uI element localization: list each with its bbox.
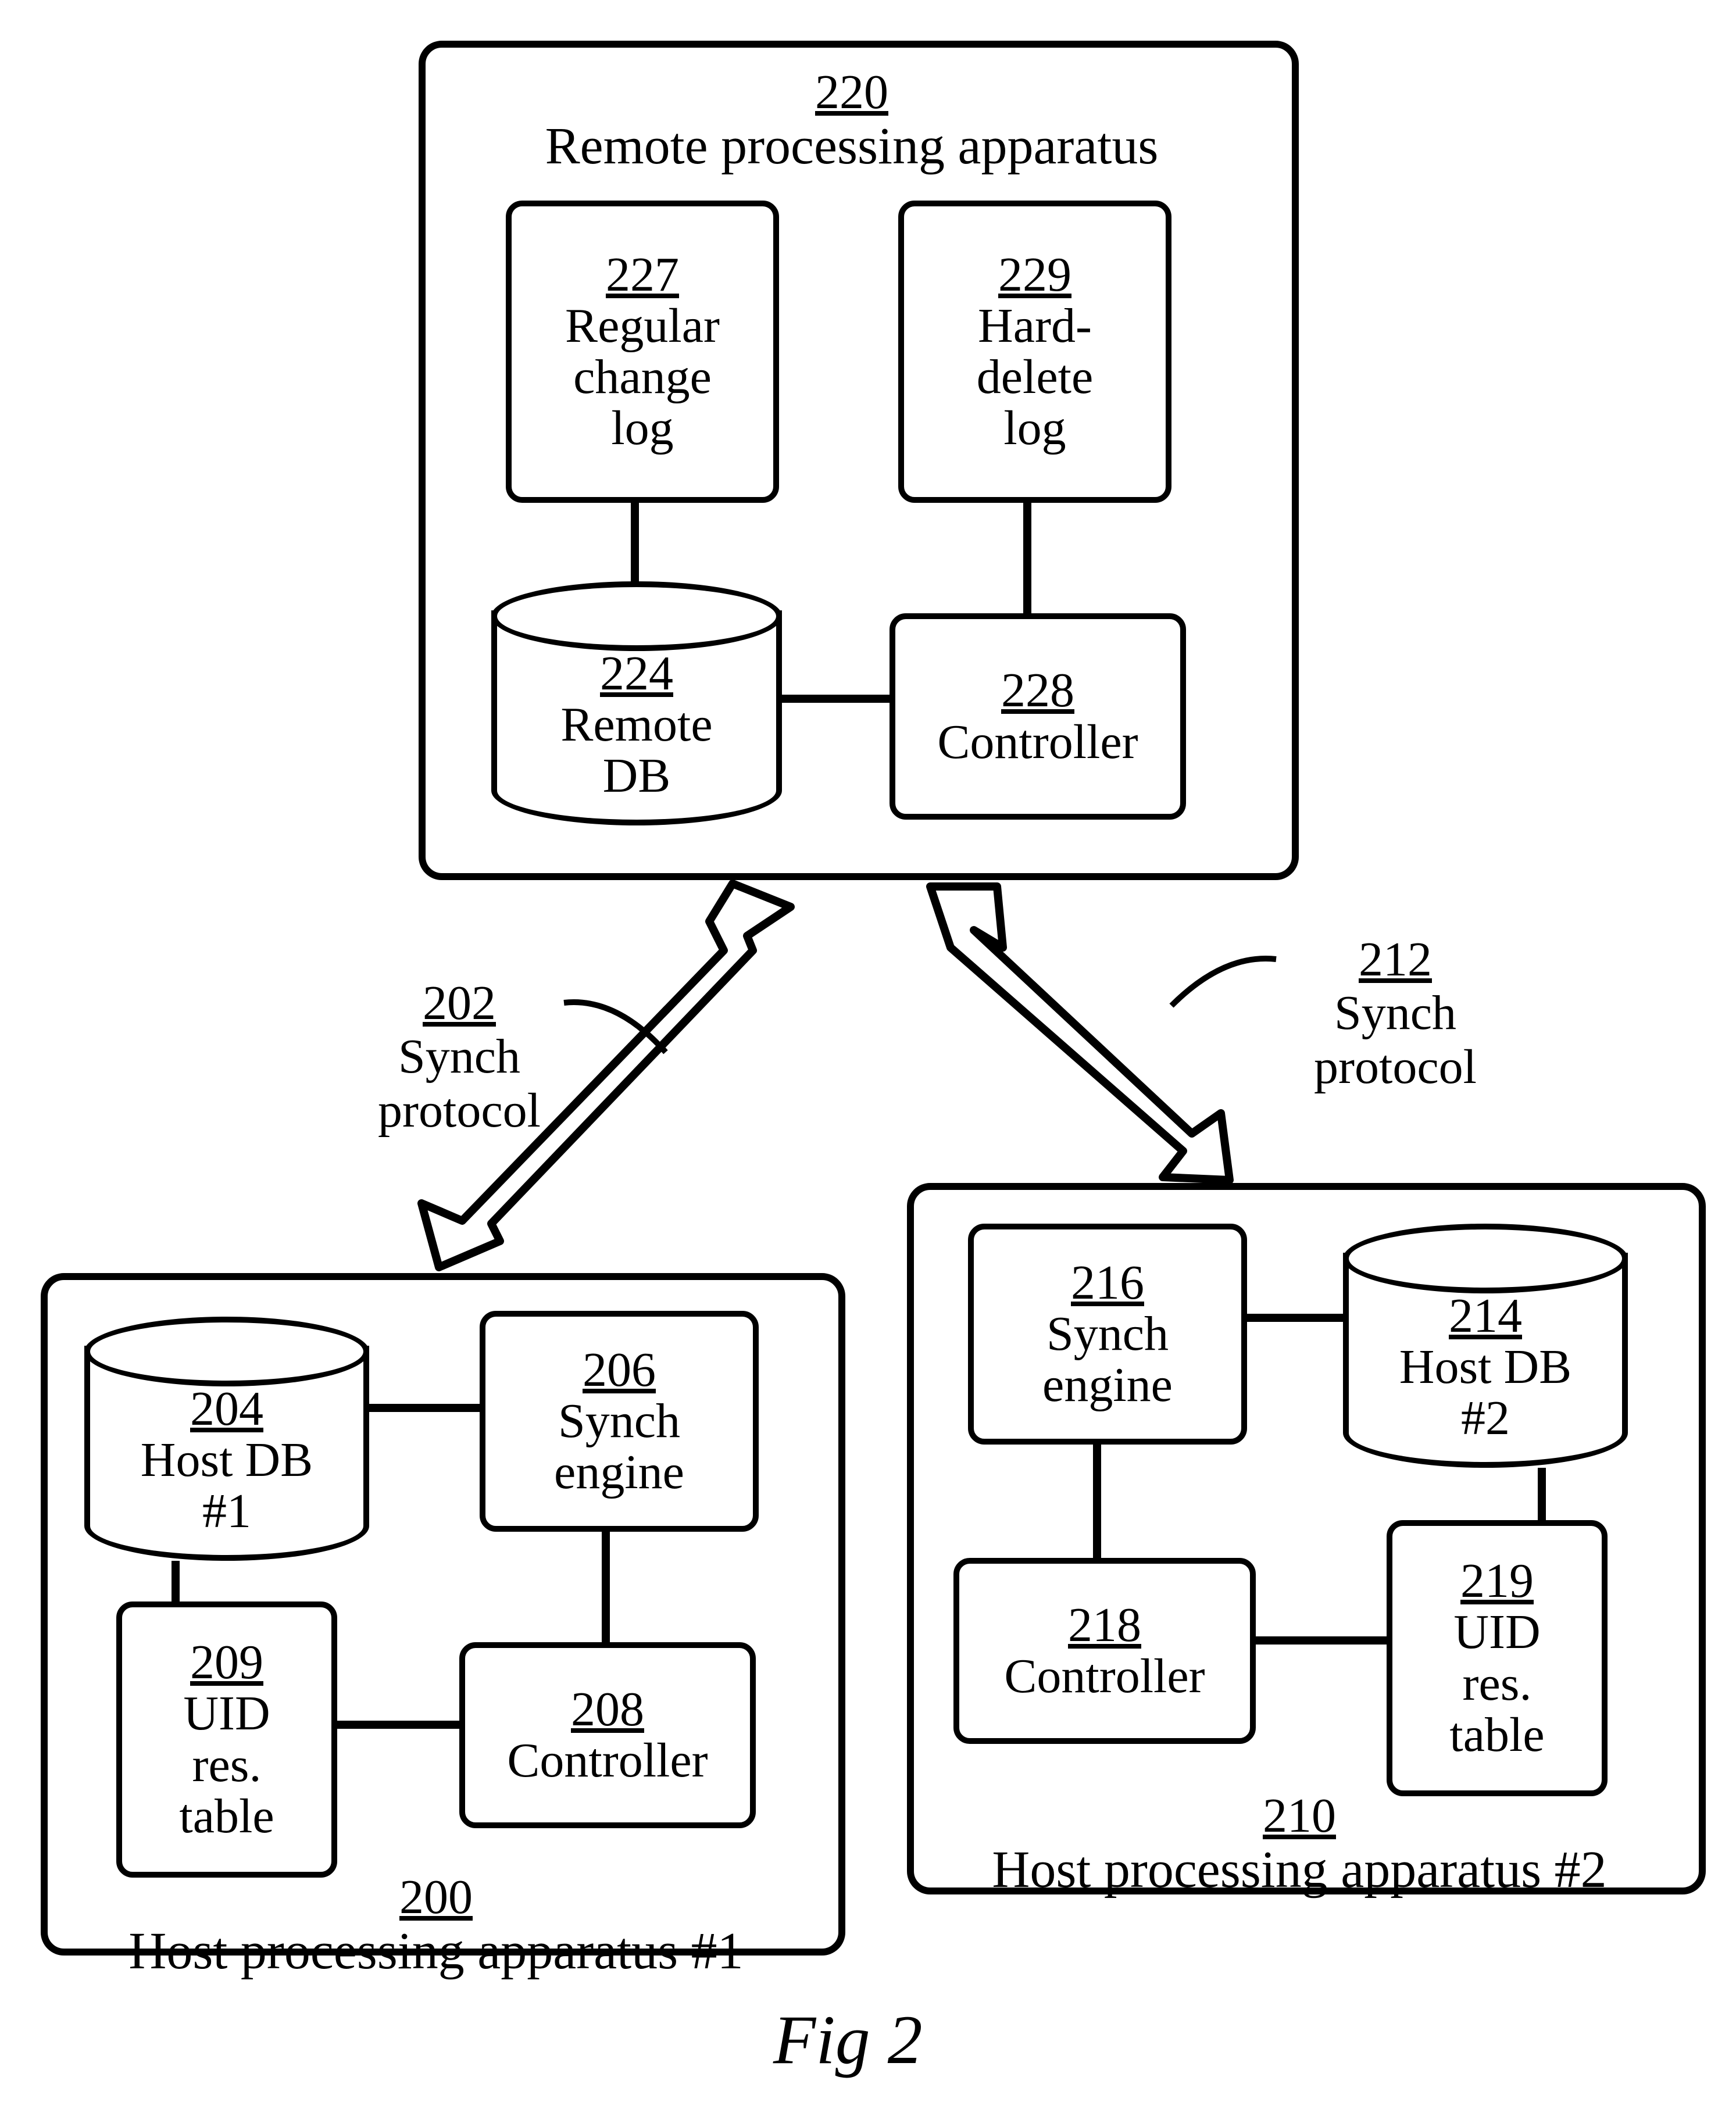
conn (782, 695, 892, 703)
remote-title-text: Remote processing apparatus (545, 117, 1159, 175)
host1-db-label: Host DB#1 (141, 1433, 313, 1538)
conn (1093, 1439, 1101, 1558)
host2-db-ref: 214 (1449, 1289, 1522, 1343)
remote-controller-label: Controller (937, 717, 1138, 768)
remote-controller-box: 228 Controller (890, 613, 1186, 820)
host2-synch-label: Synchengine (1042, 1309, 1173, 1411)
host1-uid-box: 209 UIDres.table (116, 1601, 337, 1878)
host2-db: 214 Host DB#2 (1343, 1224, 1628, 1468)
host2-title: 210 Host processing apparatus #2 (907, 1788, 1692, 1897)
host2-controller-ref: 218 (1068, 1600, 1141, 1651)
host1-synch-label: Synchengine (554, 1396, 684, 1498)
conn (631, 497, 639, 584)
conn (1250, 1636, 1387, 1645)
proto-right-ref: 212 (1359, 932, 1432, 986)
remote-title: 220 Remote processing apparatus (419, 64, 1285, 174)
leader-left (564, 997, 669, 1061)
host1-title-text: Host processing apparatus #1 (128, 1922, 743, 1980)
hard-delete-log-ref: 229 (998, 249, 1071, 301)
host1-controller-box: 208 Controller (459, 1642, 756, 1828)
proto-left-label: Synchprotocol (378, 1029, 541, 1137)
host1-synch-box: 206 Synchengine (480, 1311, 759, 1532)
regular-change-log-label: Regularchangelog (565, 301, 720, 455)
host2-synch-ref: 216 (1071, 1257, 1144, 1309)
host1-title: 200 Host processing apparatus #1 (41, 1869, 831, 1979)
remote-ref: 220 (815, 65, 888, 119)
host2-controller-box: 218 Controller (953, 1558, 1256, 1744)
host2-controller-label: Controller (1004, 1651, 1205, 1702)
remote-db: 224 RemoteDB (491, 581, 782, 825)
proto-right-label: Synchprotocol (1314, 986, 1477, 1093)
host1-db: 204 Host DB#1 (84, 1317, 369, 1561)
conn (172, 1561, 180, 1601)
host1-controller-ref: 208 (571, 1684, 644, 1735)
hard-delete-log-label: Hard-deletelog (977, 301, 1094, 455)
hard-delete-log-box: 229 Hard-deletelog (898, 201, 1171, 503)
host2-uid-label: UIDres.table (1449, 1607, 1544, 1761)
host2-uid-ref: 219 (1460, 1556, 1534, 1607)
host2-synch-box: 216 Synchengine (968, 1224, 1247, 1445)
remote-controller-ref: 228 (1001, 665, 1074, 716)
host1-uid-label: UIDres.table (179, 1688, 274, 1842)
host2-ref: 210 (1263, 1789, 1336, 1843)
host1-synch-ref: 206 (583, 1345, 656, 1396)
conn (369, 1404, 480, 1412)
regular-change-log-box: 227 Regularchangelog (506, 201, 779, 503)
conn (1023, 497, 1031, 613)
conn (602, 1526, 610, 1642)
proto-left: 202 Synchprotocol (337, 977, 581, 1138)
conn (1538, 1468, 1546, 1520)
conn (331, 1721, 459, 1729)
proto-right: 212 Synchprotocol (1273, 933, 1517, 1094)
host2-uid-box: 219 UIDres.table (1387, 1520, 1608, 1796)
remote-db-ref: 224 (600, 646, 673, 700)
host1-db-ref: 204 (190, 1382, 263, 1436)
host1-ref: 200 (399, 1870, 473, 1924)
leader-right (1169, 953, 1279, 1011)
regular-change-log-ref: 227 (606, 249, 679, 301)
host1-controller-label: Controller (507, 1735, 708, 1786)
host2-title-text: Host processing apparatus #2 (992, 1841, 1606, 1899)
proto-left-ref: 202 (423, 976, 496, 1030)
conn (1241, 1314, 1343, 1322)
host1-uid-ref: 209 (190, 1637, 263, 1688)
figure-caption: Fig 2 (773, 2000, 923, 2080)
remote-db-label: RemoteDB (560, 698, 712, 803)
synch-arrow-right (907, 872, 1256, 1197)
host2-db-label: Host DB#2 (1399, 1340, 1571, 1445)
